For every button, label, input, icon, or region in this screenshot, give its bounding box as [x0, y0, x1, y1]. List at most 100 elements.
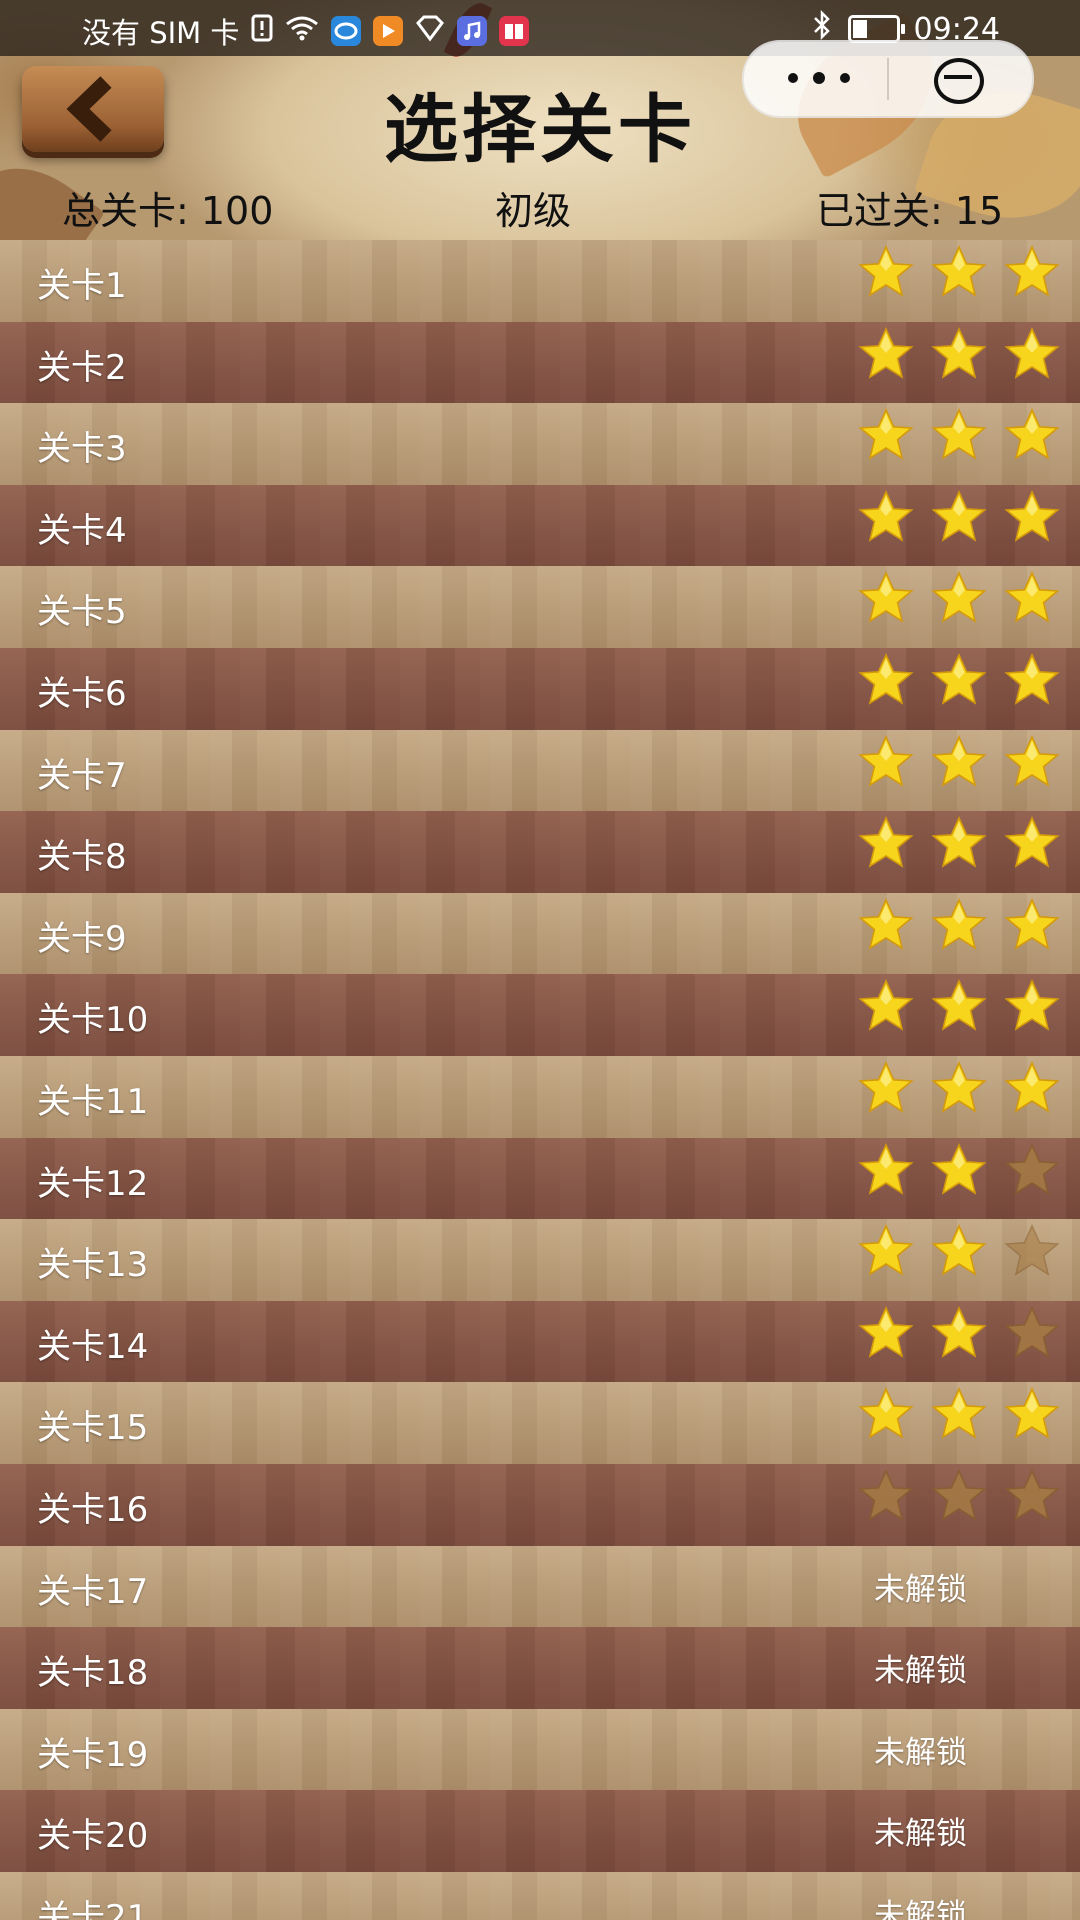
level-row[interactable]: 关卡3: [0, 403, 1080, 485]
star-filled-icon: [1004, 408, 1060, 460]
star-rating: [841, 407, 1060, 479]
level-name: 关卡6: [37, 673, 127, 714]
star-rating: [841, 489, 1060, 561]
header: 没有 SIM 卡 09:24 选择关卡 总关卡: 100 初级 已过关: 15: [0, 0, 1080, 240]
level-list: 关卡1 关卡2 关卡3 关卡4 关卡5 关卡6 关卡7 关卡8 关卡9 关卡10 关卡11 关卡12 关…: [0, 240, 1080, 1920]
star-filled-icon: [858, 489, 914, 542]
app-icon-blue: [331, 16, 362, 46]
diamond-icon: [415, 14, 445, 49]
star-filled-icon: [931, 734, 987, 787]
star-rating: [841, 652, 1060, 724]
star-rating: [841, 815, 1060, 887]
level-row[interactable]: 关卡8: [0, 811, 1080, 893]
level-name: 关卡18: [37, 1653, 149, 1694]
wifi-icon: [285, 14, 319, 48]
star-filled-icon: [931, 1142, 987, 1195]
more-dots-icon[interactable]: [784, 56, 856, 96]
locked-label: 未解锁: [874, 1734, 967, 1771]
music-app-icon: [457, 16, 488, 46]
level-row[interactable]: 关卡20 未解锁: [0, 1790, 1080, 1872]
star-filled-icon: [858, 653, 914, 705]
star-filled-icon: [931, 1060, 987, 1113]
star-rating: [841, 1386, 1060, 1458]
level-row[interactable]: 关卡21 未解锁: [0, 1871, 1080, 1920]
carrier-text: 没有 SIM 卡: [82, 16, 240, 50]
star-filled-icon: [931, 653, 987, 705]
locked-label: 未解锁: [874, 1571, 967, 1608]
level-row[interactable]: 关卡11: [0, 1055, 1080, 1138]
star-filled-icon: [1004, 816, 1060, 868]
level-row[interactable]: 关卡17 未解锁: [0, 1545, 1080, 1628]
star-rating: [841, 978, 1060, 1050]
star-filled-icon: [858, 1142, 914, 1195]
level-name: 关卡1: [37, 266, 127, 306]
star-empty-icon: [931, 1468, 987, 1521]
star-filled-icon: [858, 1060, 914, 1113]
level-row[interactable]: 关卡19 未解锁: [0, 1708, 1080, 1791]
star-filled-icon: [931, 489, 987, 542]
star-rating: [841, 1305, 1060, 1377]
star-empty-icon: [1004, 1468, 1060, 1521]
level-row[interactable]: 关卡5: [0, 566, 1080, 648]
star-filled-icon: [858, 979, 914, 1032]
star-filled-icon: [858, 1305, 914, 1358]
star-filled-icon: [1004, 979, 1060, 1032]
star-filled-icon: [931, 1305, 987, 1358]
book-app-icon: [499, 16, 530, 46]
level-row[interactable]: 关卡2: [0, 321, 1080, 404]
level-row[interactable]: 关卡13: [0, 1219, 1080, 1301]
star-empty-icon: [1004, 1142, 1060, 1195]
level-name: 关卡7: [37, 755, 127, 796]
level-name: 关卡5: [37, 592, 127, 633]
level-name: 关卡19: [37, 1734, 149, 1775]
star-rating: [841, 326, 1060, 398]
star-filled-icon: [1004, 1387, 1060, 1440]
level-row[interactable]: 关卡15: [0, 1382, 1080, 1464]
level-name: 关卡10: [37, 1000, 149, 1041]
level-row[interactable]: 关卡14: [0, 1300, 1080, 1383]
level-name: 关卡15: [37, 1408, 149, 1449]
level-name: 关卡11: [37, 1081, 149, 1122]
star-rating: [841, 244, 1060, 316]
level-summary: 总关卡: 100 初级 已过关: 15: [0, 180, 1080, 233]
star-rating: [841, 1223, 1060, 1295]
minus-circle-icon[interactable]: [932, 56, 984, 104]
star-rating: [841, 897, 1060, 969]
star-filled-icon: [1004, 897, 1060, 950]
level-row[interactable]: 关卡1: [0, 240, 1080, 322]
locked-label: 未解锁: [874, 1653, 967, 1690]
level-name: 关卡2: [37, 347, 127, 388]
star-filled-icon: [931, 245, 987, 297]
level-row[interactable]: 关卡18 未解锁: [0, 1627, 1080, 1709]
app-icon-orange: [373, 16, 404, 46]
level-name: 关卡8: [37, 837, 127, 878]
star-filled-icon: [931, 326, 987, 379]
level-row[interactable]: 关卡9: [0, 892, 1080, 975]
level-row[interactable]: 关卡10: [0, 974, 1080, 1056]
star-empty-icon: [1004, 1224, 1060, 1276]
star-filled-icon: [858, 245, 914, 297]
level-name: 关卡3: [37, 429, 127, 470]
locked-label: 未解锁: [874, 1816, 967, 1853]
star-filled-icon: [1004, 571, 1060, 624]
level-row[interactable]: 关卡4: [0, 484, 1080, 567]
level-name: 关卡13: [37, 1245, 149, 1286]
star-filled-icon: [931, 1224, 987, 1276]
level-row[interactable]: 关卡7: [0, 729, 1080, 812]
level-row[interactable]: 关卡12: [0, 1137, 1080, 1220]
star-rating: [841, 1060, 1060, 1132]
star-filled-icon: [858, 1224, 914, 1276]
star-filled-icon: [931, 408, 987, 460]
star-filled-icon: [1004, 326, 1060, 379]
star-filled-icon: [1004, 653, 1060, 705]
star-filled-icon: [1004, 245, 1060, 297]
star-filled-icon: [931, 979, 987, 1032]
level-name: 关卡4: [37, 510, 127, 551]
star-empty-icon: [858, 1468, 914, 1521]
level-row[interactable]: 关卡16: [0, 1463, 1080, 1546]
star-filled-icon: [858, 326, 914, 379]
star-filled-icon: [931, 571, 987, 624]
passed-levels: 已过关: 15: [816, 189, 1004, 233]
difficulty-label: 初级: [495, 189, 572, 233]
level-row[interactable]: 关卡6: [0, 647, 1080, 730]
